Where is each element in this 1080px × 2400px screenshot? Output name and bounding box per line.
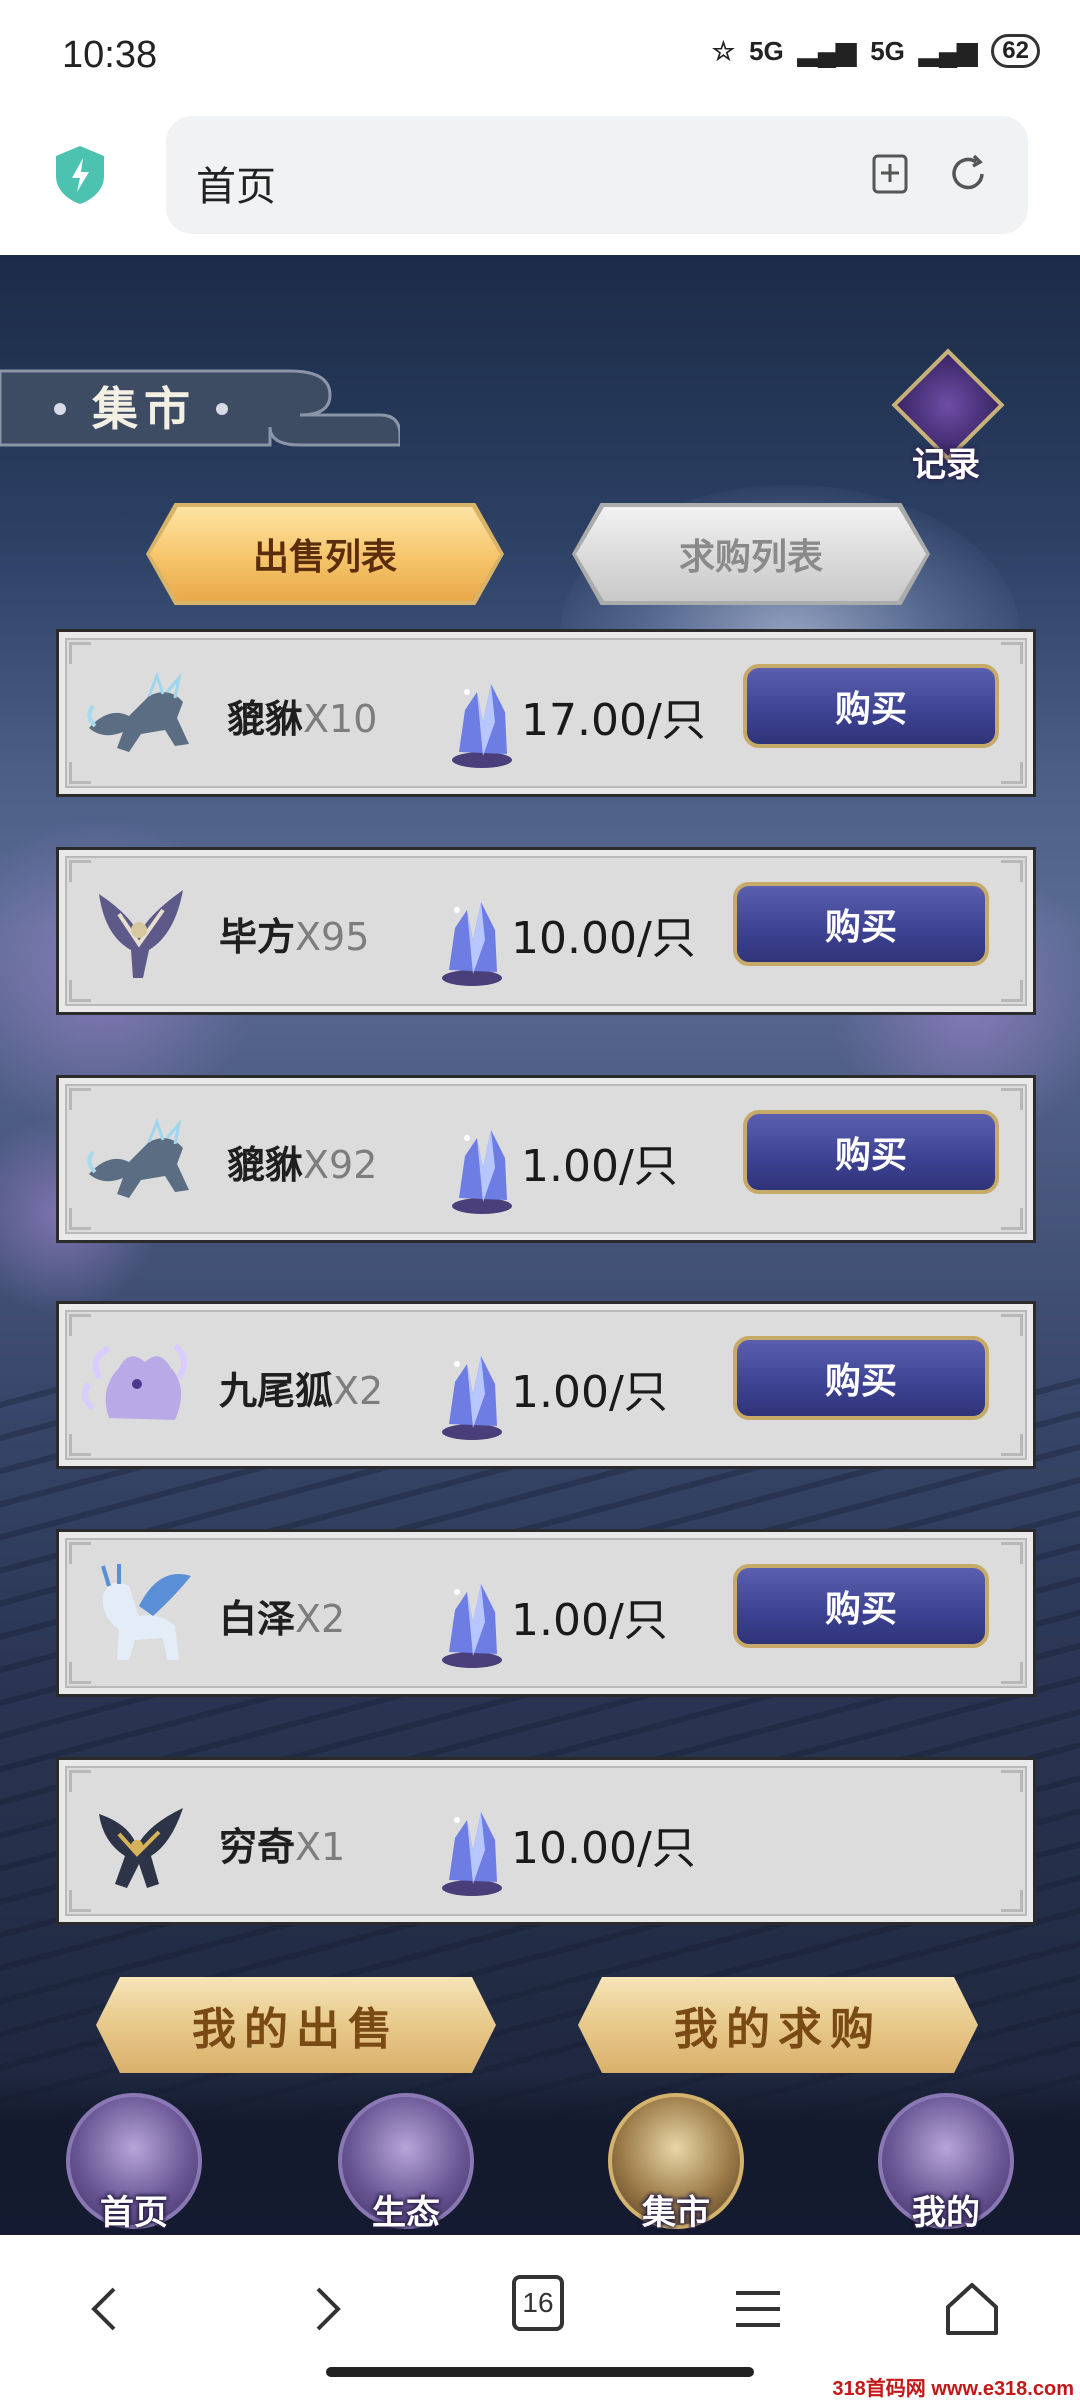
pet-name: 貔貅X92 bbox=[227, 1143, 378, 1187]
unit-price: 1.00/只 bbox=[521, 1141, 678, 1192]
forward-icon[interactable] bbox=[294, 2277, 358, 2341]
pixiu-pet-icon bbox=[87, 1117, 189, 1198]
crystal-icon bbox=[442, 902, 502, 986]
listing-card: 貔貅X10 17.00/只 购买 bbox=[56, 629, 1036, 797]
unit-price: 10.00/只 bbox=[511, 1823, 696, 1874]
refresh-icon[interactable] bbox=[946, 152, 990, 196]
corner-ornament bbox=[1001, 1208, 1023, 1230]
my-buy-button[interactable]: 我的求购 bbox=[578, 1977, 978, 2073]
game-area: 集市 记录 出售列表 求购列表 貔貅X10 17.00/只 购买 毕方X95 1… bbox=[0, 255, 1080, 2235]
status-time: 10:38 bbox=[62, 34, 158, 76]
pet-name: 貔貅X10 bbox=[227, 697, 378, 741]
listing-card: 穷奇X1 10.00/只 bbox=[56, 1757, 1036, 1925]
buy-button[interactable]: 购买 bbox=[743, 664, 999, 748]
corner-ornament bbox=[1001, 1088, 1023, 1110]
listing-card: 毕方X95 10.00/只 购买 bbox=[56, 847, 1036, 1015]
corner-ornament bbox=[1001, 1314, 1023, 1336]
signal-icon-2: 5G bbox=[870, 35, 905, 66]
page-title: 集市 bbox=[92, 382, 196, 436]
back-icon[interactable] bbox=[74, 2277, 138, 2341]
corner-ornament bbox=[1001, 1434, 1023, 1456]
url-field[interactable]: 首页 bbox=[166, 116, 1028, 234]
unit-price: 10.00/只 bbox=[511, 913, 696, 964]
listing-card: 九尾狐X2 1.00/只 购买 bbox=[56, 1301, 1036, 1469]
hotspot-icon: ☆ bbox=[711, 35, 736, 66]
nav-market-label: 集市 bbox=[642, 2193, 710, 2233]
tab-buy-list[interactable]: 求购列表 bbox=[576, 507, 926, 601]
nine-tailed-fox-pet-icon bbox=[81, 1343, 188, 1420]
corner-ornament bbox=[1001, 1542, 1023, 1564]
buy-button[interactable]: 购买 bbox=[733, 882, 989, 966]
tab-count-button[interactable]: 16 bbox=[512, 2275, 564, 2331]
unit-price: 1.00/只 bbox=[511, 1595, 668, 1646]
title-banner bbox=[0, 369, 400, 447]
pet-name: 九尾狐X2 bbox=[219, 1369, 384, 1413]
home-indicator bbox=[326, 2367, 754, 2377]
shield-icon[interactable] bbox=[52, 144, 108, 206]
crystal-icon bbox=[442, 1584, 502, 1668]
browser-address-bar: 首页 bbox=[0, 110, 1080, 255]
corner-ornament bbox=[1001, 1770, 1023, 1792]
corner-ornament bbox=[1001, 860, 1023, 882]
add-bookmark-icon[interactable] bbox=[868, 152, 912, 196]
url-title: 首页 bbox=[196, 164, 276, 210]
menu-icon[interactable] bbox=[726, 2277, 790, 2341]
my-sell-button[interactable]: 我的出售 bbox=[96, 1977, 496, 2073]
record-label: 记录 bbox=[912, 445, 980, 485]
qiongqi-pet-icon bbox=[99, 1808, 183, 1888]
corner-ornament bbox=[1001, 1890, 1023, 1912]
corner-ornament bbox=[1001, 980, 1023, 1002]
signal-icon-1: 5G bbox=[749, 35, 784, 66]
crystal-icon bbox=[442, 1356, 502, 1440]
tab-sell-list[interactable]: 出售列表 bbox=[150, 507, 500, 601]
pet-name: 穷奇X1 bbox=[219, 1825, 346, 1869]
nav-home-label: 首页 bbox=[100, 2193, 168, 2233]
unit-price: 1.00/只 bbox=[511, 1367, 668, 1418]
battery-icon: 62 bbox=[991, 34, 1040, 68]
pet-name: 白泽X2 bbox=[219, 1597, 346, 1641]
status-bar: 10:38 ☆ 5G ▂▄▆ 5G ▂▄▆ 62 bbox=[0, 0, 1080, 110]
status-icons: ☆ 5G ▂▄▆ 5G ▂▄▆ 62 bbox=[712, 34, 1040, 68]
unit-price: 17.00/只 bbox=[521, 695, 706, 746]
crystal-icon bbox=[442, 1812, 502, 1896]
crystal-icon bbox=[452, 684, 512, 768]
pixiu-pet-icon bbox=[87, 671, 189, 752]
buy-button[interactable]: 购买 bbox=[743, 1110, 999, 1194]
listing-card: 貔貅X92 1.00/只 购买 bbox=[56, 1075, 1036, 1243]
corner-ornament bbox=[1001, 762, 1023, 784]
bifang-pet-icon bbox=[99, 890, 183, 978]
nav-ecology-label: 生态 bbox=[372, 2193, 440, 2233]
signal-bars-icon: ▂▄▆ bbox=[797, 35, 857, 66]
baize-pet-icon bbox=[101, 1564, 191, 1660]
pet-name: 毕方X95 bbox=[219, 915, 370, 959]
listing-card: 白泽X2 1.00/只 购买 bbox=[56, 1529, 1036, 1697]
corner-ornament bbox=[1001, 642, 1023, 664]
buy-button[interactable]: 购买 bbox=[733, 1336, 989, 1420]
buy-button[interactable]: 购买 bbox=[733, 1564, 989, 1648]
corner-ornament bbox=[1001, 1662, 1023, 1684]
signal-bars-icon: ▂▄▆ bbox=[918, 35, 978, 66]
crystal-icon bbox=[452, 1130, 512, 1214]
home-icon[interactable] bbox=[940, 2277, 1004, 2341]
watermark-text: 318首码网 www.e318.com bbox=[832, 2378, 1074, 2400]
nav-mine-label: 我的 bbox=[912, 2193, 980, 2233]
